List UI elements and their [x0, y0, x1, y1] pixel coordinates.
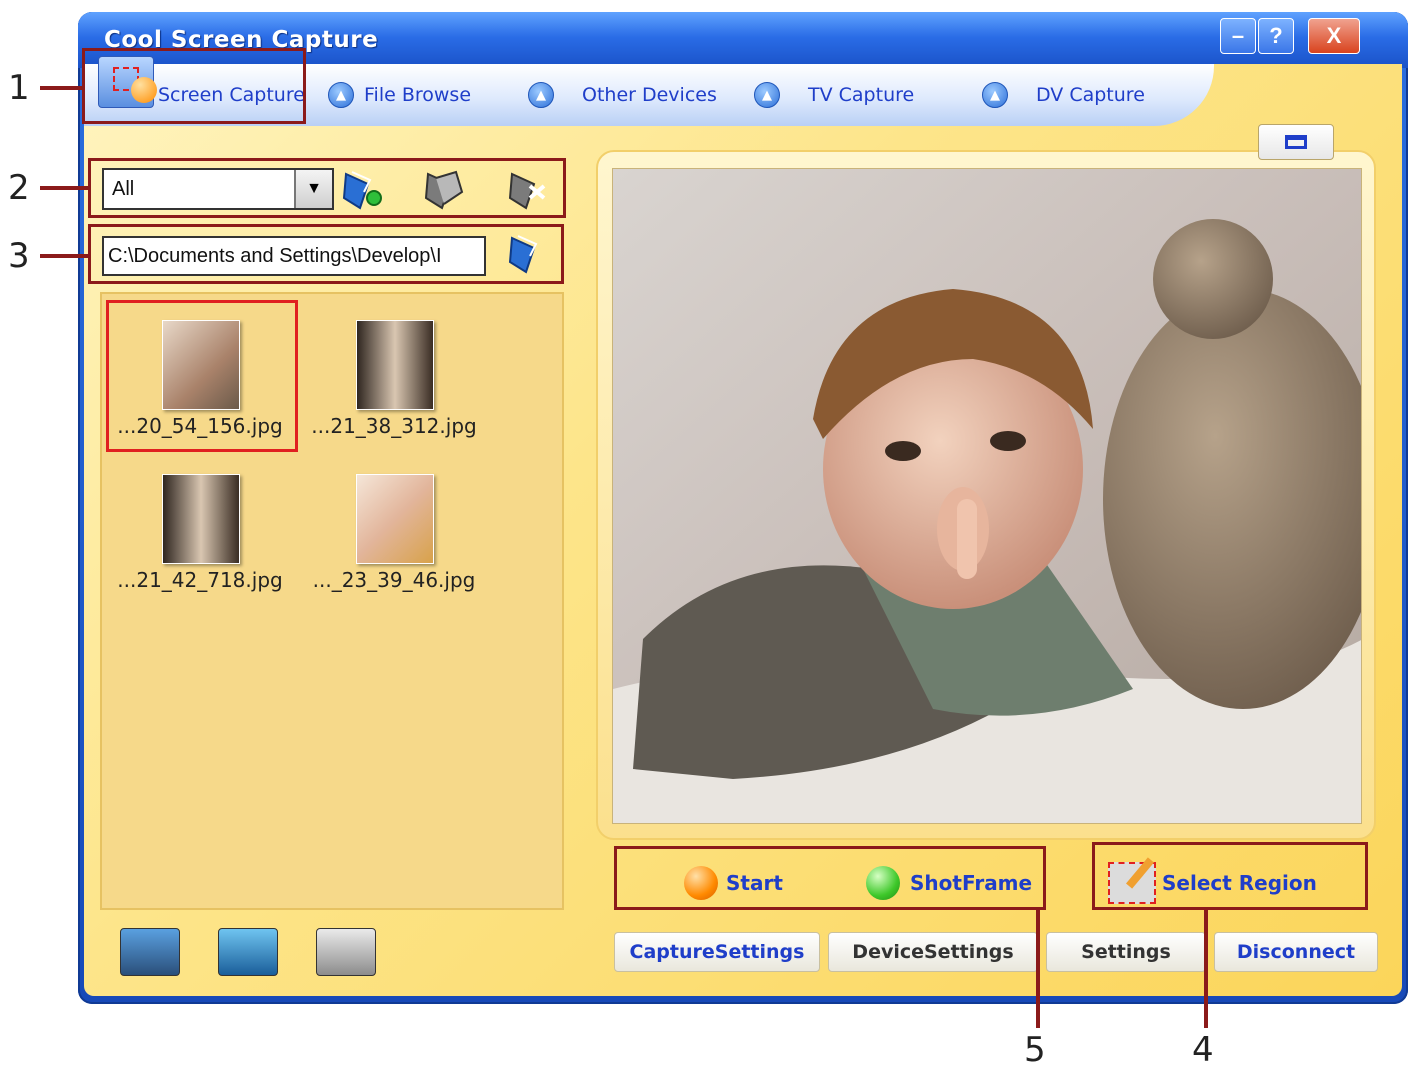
disconnect-button[interactable]: Disconnect: [1214, 932, 1378, 972]
close-button[interactable]: X: [1308, 18, 1360, 54]
callout-label-4: 4: [1192, 1030, 1214, 1070]
baby-photo: [613, 169, 1361, 823]
nav-arrow-icon: ▲: [754, 82, 780, 108]
tab-file-browse[interactable]: ▲ File Browse: [328, 80, 471, 110]
window-toggle-button[interactable]: [1258, 124, 1334, 160]
nav-arrow-icon: ▲: [328, 82, 354, 108]
callout-box-2: [88, 158, 566, 218]
help-button[interactable]: ?: [1258, 18, 1294, 54]
selected-file-highlight: [106, 300, 298, 452]
callout-box-3: [88, 224, 564, 284]
callout-leader-3: [40, 254, 88, 258]
callout-label-5: 5: [1024, 1030, 1046, 1070]
wallpaper-icon[interactable]: [218, 928, 278, 976]
camera-icon[interactable]: [316, 928, 376, 976]
file-thumbnail: [356, 474, 434, 564]
file-thumbnail: [162, 474, 240, 564]
callout-box-1: [82, 48, 306, 124]
callout-label-2: 2: [8, 168, 30, 208]
capture-settings-button[interactable]: CaptureSettings: [614, 932, 820, 972]
capture-camera-icon[interactable]: [120, 928, 180, 976]
tab-label: TV Capture: [808, 84, 915, 106]
callout-box-4: [1092, 842, 1368, 910]
tab-dv-capture[interactable]: ▲ DV Capture: [982, 80, 1145, 110]
tab-tv-capture[interactable]: ▲ TV Capture: [754, 80, 914, 110]
tab-label: DV Capture: [1036, 84, 1145, 106]
tab-label: File Browse: [364, 84, 472, 106]
settings-button[interactable]: Settings: [1046, 932, 1206, 972]
callout-leader-2: [40, 186, 88, 190]
nav-arrow-icon: ▲: [982, 82, 1008, 108]
callout-leader-4: [1204, 908, 1208, 1028]
file-thumbnail: [356, 320, 434, 410]
callout-leader-1: [40, 86, 82, 90]
minimize-button[interactable]: –: [1220, 18, 1256, 54]
window-icon: [1285, 135, 1307, 149]
file-name: ...21_38_312.jpg: [311, 414, 477, 438]
file-name: ...21_42_718.jpg: [117, 568, 283, 592]
nav-arrow-icon: ▲: [528, 82, 554, 108]
callout-label-1: 1: [8, 68, 30, 108]
callout-leader-5: [1036, 908, 1040, 1028]
callout-box-5: [614, 846, 1046, 910]
tab-other-devices[interactable]: ▲ Other Devices: [528, 80, 717, 110]
file-item[interactable]: ...21_38_312.jpg: [296, 306, 492, 456]
file-name: ..._23_39_46.jpg: [312, 568, 476, 592]
file-item[interactable]: ...21_42_718.jpg: [102, 460, 298, 610]
device-settings-button[interactable]: DeviceSettings: [828, 932, 1038, 972]
file-item[interactable]: ..._23_39_46.jpg: [296, 460, 492, 610]
preview-image: [612, 168, 1362, 824]
callout-label-3: 3: [8, 236, 30, 276]
tab-label: Other Devices: [582, 84, 717, 106]
